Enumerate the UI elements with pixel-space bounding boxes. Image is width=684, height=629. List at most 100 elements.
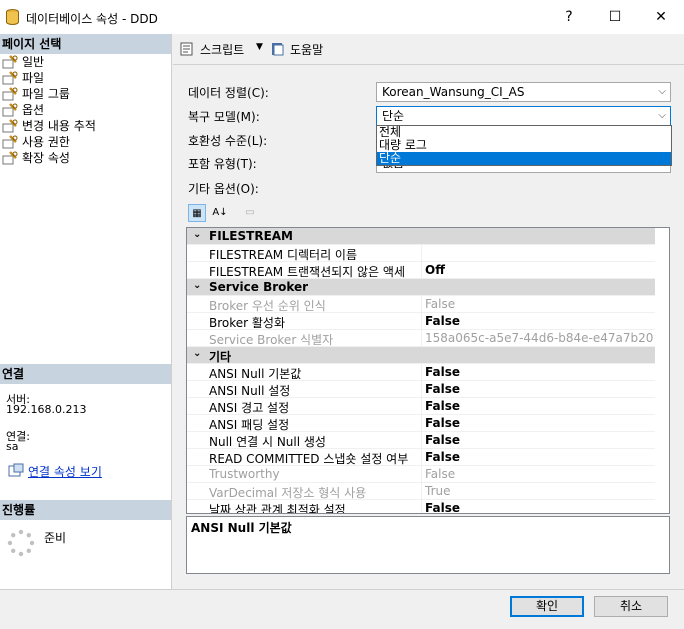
grid-property-row[interactable]: Broker 우선 순위 인식 False	[187, 296, 655, 313]
toolbar: 스크립트 ▼ 도움말	[173, 34, 684, 64]
collation-combo[interactable]: Korean_Wansung_CI_AS ⌵	[376, 82, 671, 102]
grid-property-name: ANSI 패딩 설정	[209, 418, 290, 432]
grid-category-label: 기타	[209, 350, 232, 364]
window-title: 데이터베이스 속성 - DDD	[26, 12, 158, 26]
grid-category[interactable]: ⌄ Service Broker	[187, 279, 655, 296]
grid-category-label: Service Broker	[209, 280, 309, 294]
recovery-option[interactable]: 대량 로그	[377, 139, 671, 152]
maximize-button[interactable]: ☐	[592, 0, 638, 34]
help-button[interactable]: ?	[546, 0, 592, 34]
view-connection-properties-link[interactable]: 연결 속성 보기	[28, 463, 102, 480]
grid-property-value[interactable]: False	[425, 382, 653, 396]
grid-column-divider	[421, 313, 422, 330]
page-select-header: 페이지 선택	[0, 34, 171, 54]
grid-column-divider	[421, 296, 422, 313]
page-item-label: 일반	[22, 55, 45, 69]
grid-category[interactable]: ⌄ 기타	[187, 347, 655, 364]
grid-column-divider	[421, 500, 422, 513]
collapse-icon[interactable]: ⌄	[193, 280, 201, 291]
progress-header: 진행률	[0, 500, 171, 520]
grid-column-divider	[421, 415, 422, 432]
page-item[interactable]: 확장 속성	[0, 150, 170, 166]
page-item-label: 파일 그룹	[22, 87, 70, 101]
collation-label: 데이터 정렬(C):	[188, 86, 269, 100]
grid-property-row[interactable]: 날짜 상관 관계 최적화 설정 False	[187, 500, 655, 513]
chevron-down-icon: ⌵	[658, 86, 666, 97]
help-toolbar-button[interactable]: 도움말	[290, 41, 323, 58]
chevron-down-icon: ⌵	[658, 110, 666, 121]
page-item[interactable]: 일반	[0, 54, 170, 70]
grid-property-value[interactable]: False	[425, 433, 653, 447]
grid-category[interactable]: ⌄ FILESTREAM	[187, 228, 655, 245]
page-item[interactable]: 변경 내용 추적	[0, 118, 170, 134]
grid-column-divider	[421, 432, 422, 449]
grid-property-value[interactable]: False	[425, 297, 653, 311]
grid-column-divider	[421, 330, 422, 347]
script-button[interactable]: 스크립트	[200, 41, 244, 58]
grid-property-name: Service Broker 식별자	[209, 333, 334, 347]
grid-property-value[interactable]: False	[425, 450, 653, 464]
close-button[interactable]: ✕	[638, 0, 684, 34]
chevron-down-icon[interactable]: ▼	[256, 42, 263, 52]
grid-property-row[interactable]: Trustworthy False	[187, 466, 655, 483]
grid-property-row[interactable]: Broker 활성화 False	[187, 313, 655, 330]
property-pages-icon[interactable]: ▭	[241, 204, 259, 222]
grid-property-row[interactable]: ANSI Null 설정 False	[187, 381, 655, 398]
grid-column-divider	[421, 364, 422, 381]
ok-button[interactable]: 확인	[510, 596, 584, 617]
recovery-model-dropdown: 전체 대량 로그 단순	[376, 125, 672, 166]
database-icon	[6, 9, 19, 25]
collation-value: Korean_Wansung_CI_AS	[382, 85, 525, 99]
grid-column-divider	[421, 245, 422, 262]
grid-property-row[interactable]: FILESTREAM 트랜잭션되지 않은 액세 Off	[187, 262, 655, 279]
wrench-page-icon	[2, 103, 18, 117]
grid-column-divider	[421, 262, 422, 279]
grid-property-value[interactable]: True	[425, 484, 653, 498]
page-item[interactable]: 사용 권한	[0, 134, 170, 150]
recovery-option[interactable]: 단순	[377, 152, 671, 165]
recovery-model-combo[interactable]: 단순 ⌵	[376, 106, 671, 126]
grid-category-label: FILESTREAM	[209, 229, 293, 243]
cancel-button[interactable]: 취소	[594, 596, 668, 617]
wrench-page-icon	[2, 87, 18, 101]
grid-property-value[interactable]: False	[425, 467, 653, 481]
recovery-model-label: 복구 모델(M):	[188, 110, 260, 124]
grid-property-row[interactable]: READ COMMITTED 스냅숏 설정 여부 False	[187, 449, 655, 466]
page-item-label: 변경 내용 추적	[22, 119, 96, 133]
grid-property-name: Trustworthy	[209, 467, 280, 481]
containment-type-label: 포함 유형(T):	[188, 157, 257, 171]
grid-property-value[interactable]: False	[425, 365, 653, 379]
grid-property-row[interactable]: ANSI 패딩 설정 False	[187, 415, 655, 432]
page-item-label: 파일	[22, 71, 45, 85]
page-item[interactable]: 옵션	[0, 102, 170, 118]
page-item[interactable]: 파일	[0, 70, 170, 86]
grid-property-value[interactable]: 158a065c-a5e7-44d6-b84e-e47a7b200cf7	[425, 331, 653, 345]
alphabetical-sort-icon[interactable]: A↓	[211, 204, 229, 222]
grid-column-divider	[421, 381, 422, 398]
grid-property-row[interactable]: FILESTREAM 디렉터리 이름	[187, 245, 655, 262]
grid-property-name: Broker 활성화	[209, 316, 286, 330]
grid-property-value[interactable]: False	[425, 501, 653, 513]
collapse-icon[interactable]: ⌄	[193, 348, 201, 359]
grid-property-row[interactable]: VarDecimal 저장소 형식 사용 True	[187, 483, 655, 500]
grid-property-name: Broker 우선 순위 인식	[209, 299, 326, 313]
categorized-view-icon[interactable]: ▦	[188, 204, 206, 222]
grid-property-name: FILESTREAM 트랜잭션되지 않은 액세	[209, 265, 405, 279]
grid-property-row[interactable]: Null 연결 시 Null 생성 False	[187, 432, 655, 449]
wrench-page-icon	[2, 55, 18, 69]
grid-property-value[interactable]: False	[425, 399, 653, 413]
grid-property-row[interactable]: ANSI 경고 설정 False	[187, 398, 655, 415]
grid-property-value[interactable]: Off	[425, 263, 653, 277]
grid-property-value[interactable]: False	[425, 416, 653, 430]
grid-property-name: ANSI Null 기본값	[209, 367, 302, 381]
script-icon	[180, 42, 193, 56]
grid-column-divider	[421, 483, 422, 500]
grid-property-row[interactable]: Service Broker 식별자 158a065c-a5e7-44d6-b84…	[187, 330, 655, 347]
progress-spinner-icon	[7, 529, 35, 557]
collapse-icon[interactable]: ⌄	[193, 229, 201, 240]
grid-property-value[interactable]: False	[425, 314, 653, 328]
other-options-label: 기타 옵션(O):	[188, 182, 259, 196]
page-item[interactable]: 파일 그룹	[0, 86, 170, 102]
grid-property-row[interactable]: ANSI Null 기본값 False	[187, 364, 655, 381]
wrench-page-icon	[2, 151, 18, 165]
